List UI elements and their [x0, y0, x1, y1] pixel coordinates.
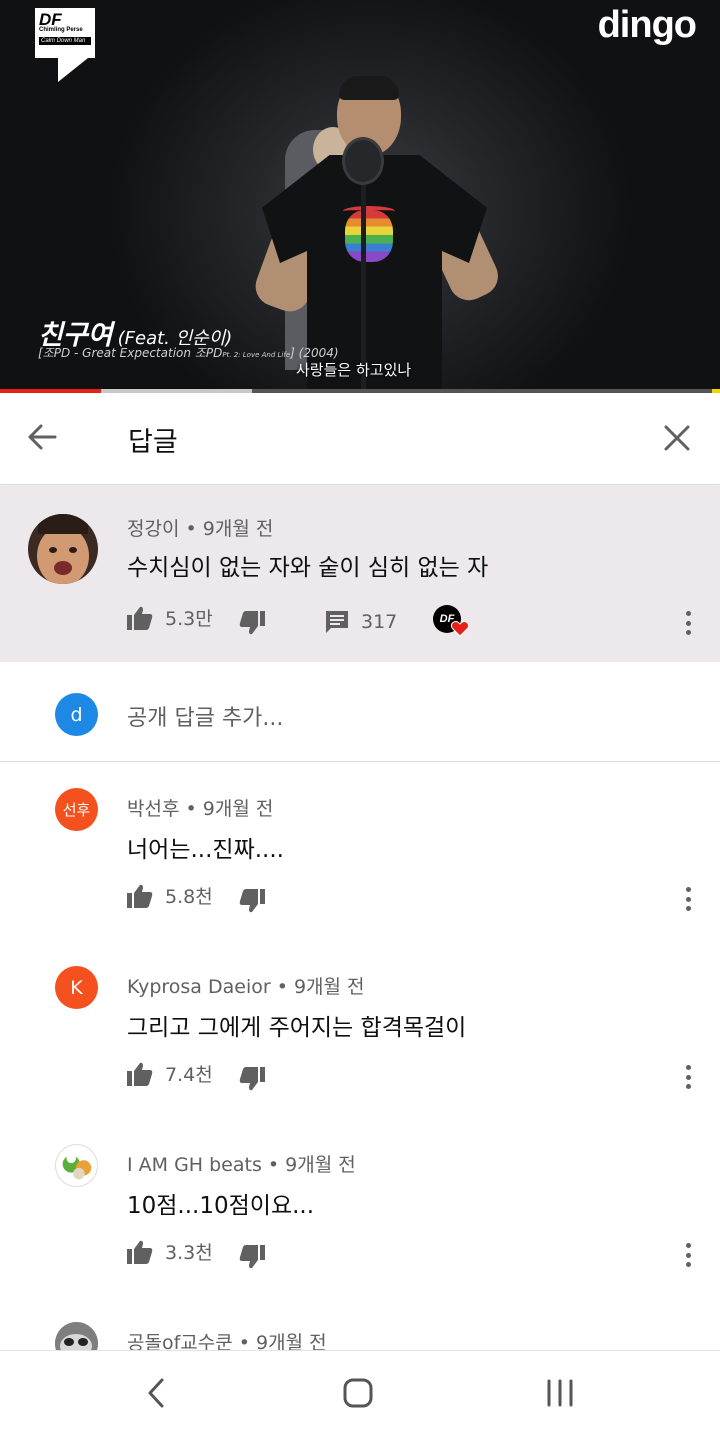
thumb-down-icon	[239, 611, 265, 635]
reply-text: 10점...10점이요...	[127, 1193, 315, 1219]
thumb-up-icon	[127, 606, 153, 630]
performer-hair	[339, 76, 399, 100]
reply-meta: I AM GH beats • 9개월 전	[127, 1154, 356, 1176]
reply-item: 선후 박선후 • 9개월 전 너어는...진짜.... 5.8천	[0, 764, 720, 942]
thumb-down-icon	[239, 889, 265, 913]
thumb-up-icon	[127, 1240, 153, 1264]
reply-avatar[interactable]: K	[55, 966, 98, 1009]
reply-avatar[interactable]	[55, 1144, 98, 1187]
back-button[interactable]	[22, 417, 62, 457]
more-dot-icon	[685, 1065, 691, 1070]
thumb-down-icon	[239, 1067, 265, 1091]
reply-text: 그리고 그에게 주어지는 합격목걸이	[127, 1015, 467, 1041]
close-icon	[664, 425, 690, 451]
like-button[interactable]: 5.8천	[127, 882, 213, 909]
reply-item: K Kyprosa Daeior • 9개월 전 그리고 그에게 주어지는 합격…	[0, 942, 720, 1120]
like-count: 7.4천	[165, 1064, 213, 1086]
more-dot-icon	[685, 1243, 691, 1248]
nav-recents-button[interactable]	[530, 1371, 590, 1415]
thumb-up-icon	[127, 884, 153, 908]
dingo-logo: dingo	[597, 4, 697, 46]
reply-item: I AM GH beats • 9개월 전 10점...10점이요... 3.3…	[0, 1120, 720, 1298]
comment-author[interactable]: 정강이	[127, 518, 179, 540]
reply-time: 9개월 전	[256, 1332, 327, 1350]
reply-text: 너어는...진짜....	[127, 837, 284, 863]
reply-author[interactable]: 박선후	[127, 798, 179, 820]
more-dot-icon	[685, 887, 691, 892]
comment-time: 9개월 전	[202, 518, 274, 540]
like-count: 5.3만	[165, 608, 213, 630]
nav-home-button[interactable]	[328, 1371, 388, 1415]
badge-line1: Chimling Perse	[39, 27, 83, 33]
reply-time: 9개월 전	[202, 798, 274, 820]
df-channel-badge: DF Chimling Perse Calm Down Man	[35, 8, 95, 82]
replies-header: 답글	[0, 393, 720, 485]
nav-back-icon	[148, 1378, 164, 1408]
system-nav-bar	[0, 1350, 720, 1434]
avatar-face	[37, 514, 89, 584]
mic-stand	[361, 150, 366, 393]
nav-back-button[interactable]	[126, 1371, 186, 1415]
dislike-button[interactable]	[239, 1245, 265, 1269]
like-button[interactable]: 3.3천	[127, 1238, 213, 1265]
reply-author[interactable]: Kyprosa Daeior	[127, 976, 271, 998]
reply-count: 317	[361, 611, 398, 633]
main-comment-avatar[interactable]	[28, 514, 98, 584]
reply-meta: 박선후 • 9개월 전	[127, 798, 274, 820]
arrow-left-icon	[28, 424, 57, 450]
like-count: 3.3천	[165, 1242, 213, 1264]
reply-avatar[interactable]: 선후	[55, 788, 98, 831]
more-options-button[interactable]	[680, 884, 696, 914]
reply-meta: Kyprosa Daeior • 9개월 전	[127, 976, 365, 998]
more-options-button[interactable]	[680, 608, 696, 638]
dislike-button[interactable]	[239, 1067, 265, 1091]
avatar-image	[55, 1322, 98, 1350]
reply-author[interactable]: 공돌of교수쿤	[127, 1332, 233, 1350]
nav-home-icon	[343, 1378, 373, 1408]
video-caption: 사랑들은 하고있나	[296, 361, 412, 379]
comment-text: 수치심이 없는 자와 숱이 심히 없는 자	[127, 555, 489, 581]
reply-item: 공돌of교수쿤 • 9개월 전	[0, 1298, 720, 1350]
nav-recents-icon	[547, 1379, 573, 1407]
heart-icon	[451, 621, 469, 637]
shirt-art	[345, 210, 393, 262]
main-comment: 정강이 • 9개월 전 수치심이 없는 자와 숱이 심히 없는 자 5.3만 3…	[0, 486, 720, 662]
like-button[interactable]: 7.4천	[127, 1060, 213, 1087]
replies-button[interactable]: 317	[325, 610, 397, 634]
more-options-button[interactable]	[680, 1240, 696, 1270]
video-album-info: [조PD - Great Expectation 조PDPt. 2: Love …	[38, 346, 339, 360]
reply-avatar[interactable]	[55, 1322, 98, 1350]
dislike-button[interactable]	[239, 611, 265, 635]
creator-heart-badge: DF	[433, 605, 469, 639]
main-comment-meta: 정강이 • 9개월 전	[127, 518, 274, 540]
badge-line2: Calm Down Man	[39, 37, 91, 45]
reply-meta: 공돌of교수쿤 • 9개월 전	[127, 1328, 327, 1350]
thumb-down-icon	[239, 1245, 265, 1269]
thumb-up-icon	[127, 1062, 153, 1086]
user-avatar: d	[55, 693, 98, 736]
video-player[interactable]: DF Chimling Perse Calm Down Man dingo 친구…	[0, 0, 720, 393]
dislike-button[interactable]	[239, 889, 265, 913]
avatar-image	[62, 1153, 92, 1180]
add-reply-input[interactable]: 공개 답글 추가...	[127, 700, 283, 732]
add-reply-row[interactable]: d 공개 답글 추가...	[0, 662, 720, 762]
close-button[interactable]	[656, 417, 698, 459]
like-button[interactable]: 5.3만	[127, 604, 213, 631]
reply-author[interactable]: I AM GH beats	[127, 1154, 262, 1176]
more-options-button[interactable]	[680, 1062, 696, 1092]
like-count: 5.8천	[165, 886, 213, 908]
comment-icon	[326, 611, 348, 633]
reply-time: 9개월 전	[285, 1154, 356, 1176]
more-dot-icon	[685, 611, 691, 616]
reply-time: 9개월 전	[293, 976, 365, 998]
page-title: 답글	[128, 427, 178, 458]
badge-df-text: DF	[39, 10, 62, 29]
microphone	[342, 137, 384, 185]
